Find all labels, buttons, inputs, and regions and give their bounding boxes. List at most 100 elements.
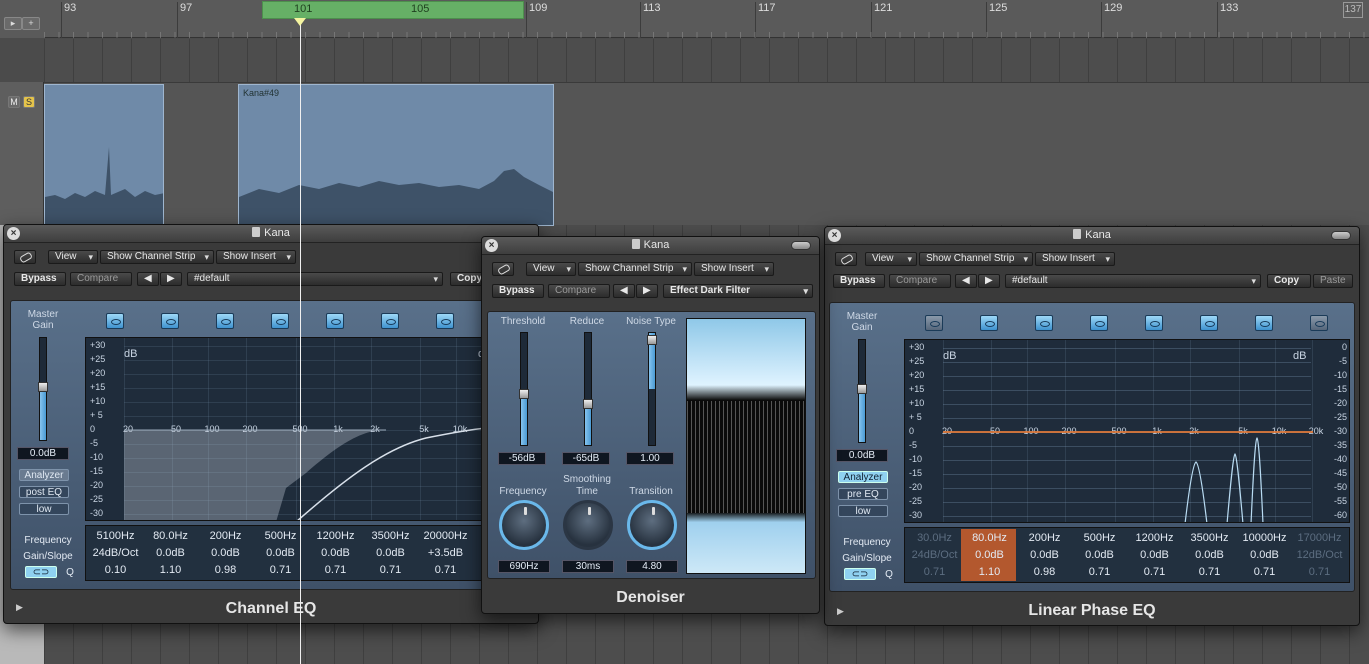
eq-graph[interactable]: dB dB +30+25+20+15+10+ 50-5-10-15-20-25-… xyxy=(904,339,1350,523)
window-collapse-button[interactable] xyxy=(791,241,811,250)
compare-button[interactable]: Compare xyxy=(70,272,132,286)
band-frequency-value: 200Hz xyxy=(1028,532,1061,544)
window-titlebar[interactable]: × Kana xyxy=(4,225,538,243)
noise-type-fader[interactable] xyxy=(647,332,657,446)
bypass-button[interactable]: Bypass xyxy=(833,274,885,288)
track-header[interactable]: M S xyxy=(0,82,44,225)
link-bands-button[interactable]: ⊂⊃ xyxy=(844,568,876,580)
compare-button[interactable]: Compare xyxy=(548,284,610,298)
band-3-toggle[interactable] xyxy=(216,313,234,329)
pre-eq-button[interactable]: pre EQ xyxy=(838,488,888,500)
reduce-fader[interactable] xyxy=(583,332,593,446)
audio-region-kana[interactable]: Kana#49 xyxy=(238,84,554,226)
link-bands-button[interactable]: ⊂⊃ xyxy=(25,566,57,578)
band-6-toggle[interactable] xyxy=(1200,315,1218,331)
master-gain-fader[interactable] xyxy=(38,337,48,441)
ruler-bar-133: 133 xyxy=(1216,2,1239,38)
band-7-toggle[interactable] xyxy=(436,313,454,329)
post-eq-button[interactable]: post EQ xyxy=(19,486,69,498)
view-menu[interactable]: View xyxy=(865,252,917,266)
time-value[interactable]: 30ms xyxy=(562,560,614,573)
band-frequency-value: 3500Hz xyxy=(371,530,410,542)
mute-button[interactable]: M xyxy=(8,96,20,108)
previous-preset-button[interactable]: ◀ xyxy=(613,284,635,298)
show-insert-menu[interactable]: Show Insert xyxy=(1035,252,1115,266)
band-1-lowcut-toggle[interactable] xyxy=(925,315,943,331)
band-8-highcut-toggle[interactable] xyxy=(1310,315,1328,331)
audio-region[interactable] xyxy=(44,84,164,226)
frequency-value[interactable]: 690Hz xyxy=(498,560,550,573)
next-preset-button[interactable]: ▶ xyxy=(978,274,1000,288)
threshold-value[interactable]: -56dB xyxy=(498,452,546,465)
copy-button[interactable]: Copy xyxy=(1267,274,1311,288)
eq-graph[interactable]: dB dB +30+25+20+15+10+ 50-5-10-15-20-25-… xyxy=(85,337,535,521)
band-5-toggle[interactable] xyxy=(326,313,344,329)
master-gain-fader[interactable] xyxy=(857,339,867,443)
collapse-icon[interactable]: ▸ xyxy=(4,17,22,30)
ruler-bar-121: 121 xyxy=(870,2,893,38)
solo-button[interactable]: S xyxy=(23,96,35,108)
reduce-value[interactable]: -65dB xyxy=(562,452,610,465)
paste-button[interactable]: Paste xyxy=(1313,274,1353,288)
show-insert-menu[interactable]: Show Insert xyxy=(216,250,296,264)
noise-type-value[interactable]: 1.00 xyxy=(626,452,674,465)
band-2-toggle[interactable] xyxy=(161,313,179,329)
resolution-menu[interactable]: low xyxy=(838,505,888,517)
transition-knob[interactable] xyxy=(627,500,677,550)
channel-eq-window[interactable]: × Kana View Show Channel Strip Show Inse… xyxy=(3,224,539,624)
show-channel-strip-menu[interactable]: Show Channel Strip xyxy=(578,262,692,276)
next-preset-button[interactable]: ▶ xyxy=(636,284,658,298)
master-gain-value[interactable]: 0.0dB xyxy=(17,447,69,460)
window-titlebar[interactable]: × Kana xyxy=(482,237,819,255)
master-gain-value[interactable]: 0.0dB xyxy=(836,449,888,462)
transition-value[interactable]: 4.80 xyxy=(626,560,678,573)
resolution-menu[interactable]: low xyxy=(19,503,69,515)
linear-phase-eq-window[interactable]: × Kana View Show Channel Strip Show Inse… xyxy=(824,226,1360,626)
previous-preset-button[interactable]: ◀ xyxy=(955,274,977,288)
window-collapse-button[interactable] xyxy=(1331,231,1351,240)
band-gain-value: +3.5dB xyxy=(427,547,464,559)
playhead-marker[interactable] xyxy=(294,18,306,26)
add-track-button[interactable]: + xyxy=(22,17,40,30)
show-channel-strip-menu[interactable]: Show Channel Strip xyxy=(919,252,1033,266)
analyzer-button[interactable]: Analyzer xyxy=(19,469,69,481)
ruler-bar-105: 105 xyxy=(411,3,430,15)
cycle-region[interactable]: 101 105 xyxy=(262,1,524,19)
bar-ruler[interactable]: ▸ + 101 105 93 97 109 113 117 121 125 12… xyxy=(0,0,1369,38)
ruler-bar-117: 117 xyxy=(755,2,776,38)
preset-menu[interactable]: #default xyxy=(1005,274,1261,288)
band-3-toggle[interactable] xyxy=(1035,315,1053,331)
view-menu[interactable]: View xyxy=(526,262,576,276)
transition-label: Transition xyxy=(629,486,673,497)
next-preset-button[interactable]: ▶ xyxy=(160,272,182,286)
band-5-toggle[interactable] xyxy=(1145,315,1163,331)
frequency-knob[interactable] xyxy=(499,500,549,550)
band-2-toggle[interactable] xyxy=(980,315,998,331)
link-icon[interactable] xyxy=(835,252,857,266)
threshold-fader[interactable] xyxy=(519,332,529,446)
document-icon xyxy=(1073,229,1082,239)
band-4-toggle[interactable] xyxy=(1090,315,1108,331)
denoiser-window[interactable]: × Kana View Show Channel Strip Show Inse… xyxy=(481,236,820,614)
ruler-end-marker[interactable]: 137 xyxy=(1343,2,1363,18)
preset-menu[interactable]: #default xyxy=(187,272,443,286)
previous-preset-button[interactable]: ◀ xyxy=(137,272,159,286)
link-icon[interactable] xyxy=(14,250,36,264)
waveform xyxy=(239,169,553,225)
band-6-toggle[interactable] xyxy=(381,313,399,329)
smoothing-time-knob[interactable] xyxy=(563,500,613,550)
link-icon[interactable] xyxy=(492,262,514,276)
view-menu[interactable]: View xyxy=(48,250,98,264)
compare-button[interactable]: Compare xyxy=(889,274,951,288)
analyzer-button[interactable]: Analyzer xyxy=(838,471,888,483)
preset-menu[interactable]: Effect Dark Filter xyxy=(663,284,813,298)
show-insert-menu[interactable]: Show Insert xyxy=(694,262,774,276)
show-channel-strip-menu[interactable]: Show Channel Strip xyxy=(100,250,214,264)
band-1-lowcut-toggle[interactable] xyxy=(106,313,124,329)
band-7-toggle[interactable] xyxy=(1255,315,1273,331)
bypass-button[interactable]: Bypass xyxy=(492,284,544,298)
window-titlebar[interactable]: × Kana xyxy=(825,227,1359,245)
band-q-value: 0.71 xyxy=(1088,566,1111,578)
band-4-toggle[interactable] xyxy=(271,313,289,329)
bypass-button[interactable]: Bypass xyxy=(14,272,66,286)
